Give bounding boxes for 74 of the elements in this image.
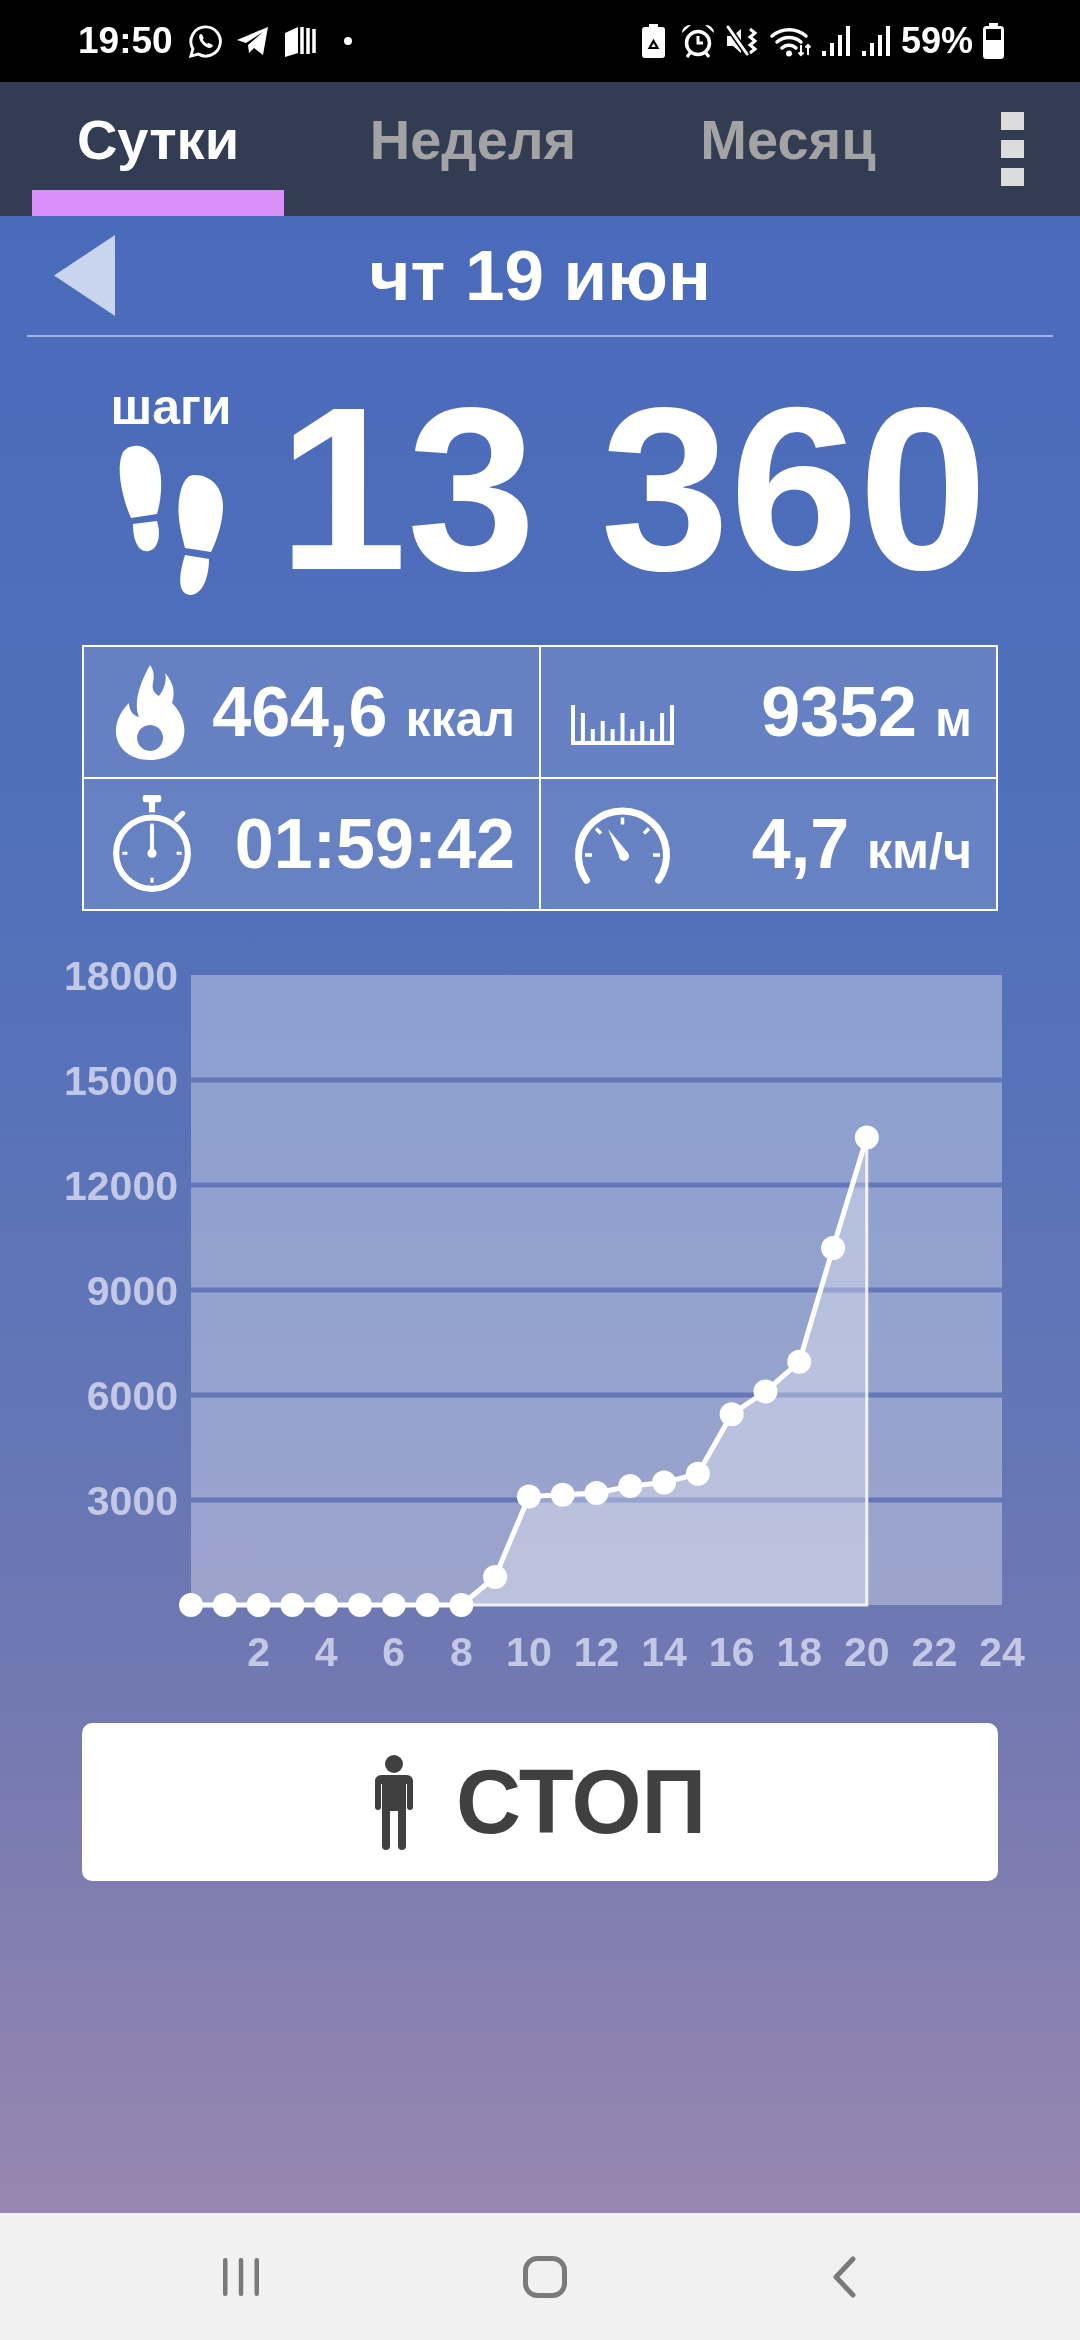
y-axis-label: 15000 bbox=[64, 1058, 178, 1104]
x-axis-label: 16 bbox=[708, 1629, 755, 1675]
y-axis-label: 9000 bbox=[86, 1268, 178, 1314]
paper-plane-icon bbox=[235, 26, 270, 56]
y-axis-label: 18000 bbox=[64, 953, 178, 999]
stat-value: 9352 bbox=[761, 672, 917, 752]
flame-icon bbox=[114, 664, 187, 760]
x-axis-label: 12 bbox=[573, 1629, 620, 1675]
data-point bbox=[550, 1482, 575, 1507]
data-point bbox=[685, 1461, 710, 1486]
alarm-icon bbox=[680, 24, 715, 58]
stop-button[interactable]: СТОП bbox=[82, 1723, 998, 1881]
x-axis-label: 8 bbox=[449, 1629, 473, 1675]
mute-icon bbox=[724, 24, 759, 58]
data-point bbox=[449, 1593, 474, 1617]
y-axis-label: 6000 bbox=[86, 1373, 178, 1419]
stat-value: 464,6 bbox=[212, 672, 388, 752]
data-point bbox=[212, 1593, 237, 1617]
data-point bbox=[821, 1236, 846, 1260]
x-axis-label: 14 bbox=[641, 1629, 687, 1675]
menu-icon[interactable] bbox=[1001, 112, 1024, 186]
data-point bbox=[854, 1125, 879, 1150]
person-icon bbox=[373, 1754, 414, 1850]
date-title: чт 19 июн bbox=[369, 235, 711, 316]
wifi-icon bbox=[768, 25, 811, 57]
battery-icon bbox=[983, 23, 1004, 59]
dot-icon bbox=[343, 37, 352, 45]
recent-apps-icon[interactable] bbox=[223, 2256, 259, 2297]
data-point bbox=[381, 1593, 406, 1617]
battery-saver-icon bbox=[641, 24, 665, 58]
data-point bbox=[787, 1349, 812, 1374]
x-axis-label: 10 bbox=[506, 1629, 552, 1675]
stat-unit: ккал bbox=[405, 690, 515, 748]
data-point bbox=[415, 1593, 440, 1617]
data-point bbox=[179, 1593, 203, 1617]
steps-count: 13 360 bbox=[278, 373, 988, 605]
chat-bubble-icon bbox=[187, 23, 223, 59]
x-axis-label: 22 bbox=[911, 1629, 958, 1675]
data-point bbox=[483, 1565, 508, 1589]
data-point bbox=[280, 1593, 305, 1617]
data-point bbox=[719, 1402, 744, 1427]
stat-unit: м bbox=[935, 690, 972, 748]
ruler-icon bbox=[571, 703, 674, 745]
stacked-cards-icon bbox=[282, 24, 319, 58]
y-axis-label: 12000 bbox=[64, 1163, 178, 1209]
home-icon[interactable] bbox=[523, 2255, 567, 2298]
previous-arrow-icon[interactable] bbox=[54, 235, 115, 316]
x-axis-label: 6 bbox=[382, 1629, 406, 1675]
x-axis-label: 2 bbox=[247, 1629, 270, 1675]
tab[interactable]: Неделя bbox=[347, 82, 599, 216]
x-axis-label: 18 bbox=[776, 1629, 823, 1675]
signal-icon bbox=[860, 25, 891, 57]
signal-icon bbox=[820, 25, 851, 57]
clock-time: 19:50 bbox=[78, 20, 173, 62]
data-point bbox=[246, 1593, 271, 1617]
data-point bbox=[516, 1484, 541, 1509]
steps-label: шаги bbox=[110, 382, 232, 432]
data-point bbox=[314, 1593, 339, 1617]
data-point bbox=[584, 1481, 609, 1505]
tab[interactable]: Месяц bbox=[662, 82, 914, 216]
x-axis-label: 24 bbox=[979, 1629, 1025, 1675]
data-point bbox=[347, 1593, 372, 1617]
stat-unit: км/ч bbox=[867, 822, 972, 880]
y-axis-label: 3000 bbox=[86, 1478, 178, 1524]
x-axis-label: 4 bbox=[314, 1629, 338, 1675]
stat-value: 01:59:42 bbox=[234, 804, 515, 884]
stat-value: 4,7 bbox=[751, 804, 850, 884]
battery-percent: 59% bbox=[900, 20, 973, 62]
x-axis-label: 20 bbox=[844, 1629, 890, 1675]
data-point bbox=[652, 1470, 677, 1495]
stopwatch-icon bbox=[110, 795, 194, 893]
data-point bbox=[753, 1379, 778, 1404]
data-point bbox=[618, 1474, 643, 1498]
back-icon[interactable] bbox=[831, 2255, 857, 2298]
